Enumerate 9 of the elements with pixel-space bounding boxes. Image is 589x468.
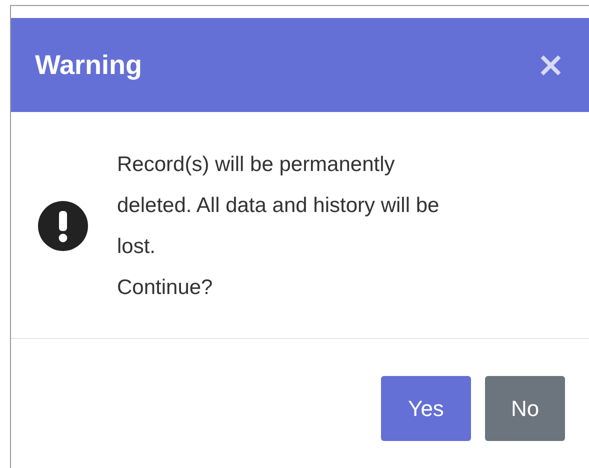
exclamation-icon [38,201,88,251]
message-text: lost. [117,234,157,260]
close-button[interactable]: × [532,45,569,85]
dialog-title: Warning [35,50,142,80]
yes-button[interactable]: Yes [381,376,471,441]
message-text: deleted. All data and history will be [117,193,440,219]
message-text: Record(s) will be permanently [117,152,396,178]
no-button[interactable]: No [485,376,565,441]
message-text: Continue? [117,275,214,301]
